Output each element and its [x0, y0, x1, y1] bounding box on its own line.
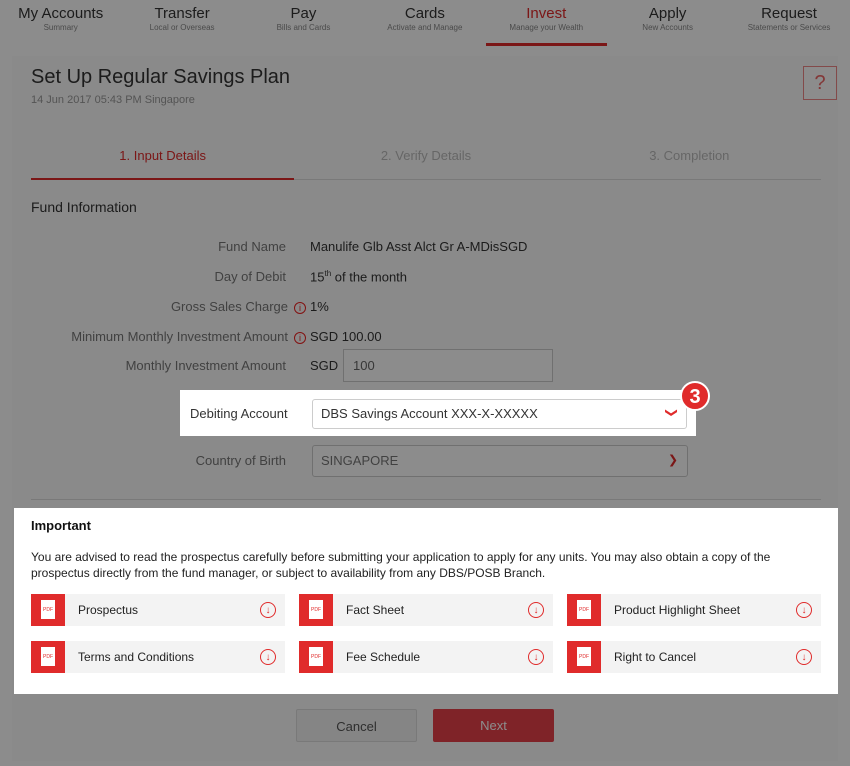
- next-button[interactable]: Next: [433, 709, 554, 742]
- nav-cards[interactable]: Cards Activate and Manage: [364, 0, 485, 46]
- pdf-tag: PDF: [309, 600, 323, 619]
- doc-name: Product Highlight Sheet: [614, 603, 741, 617]
- timestamp: 14 Jun 2017 05:43 PM Singapore: [31, 94, 195, 106]
- nav-sub: Bills and Cards: [276, 23, 331, 32]
- min-amount-value: SGD 100.00: [310, 329, 382, 344]
- nav-label: Request: [761, 5, 817, 22]
- nav-apply[interactable]: Apply New Accounts: [607, 0, 728, 46]
- pdf-icon: PDF: [567, 641, 601, 673]
- pdf-icon: PDF: [299, 641, 333, 673]
- step-input-details: 1. Input Details: [31, 142, 295, 180]
- info-icon[interactable]: i: [294, 302, 306, 314]
- nav-label: Pay: [290, 5, 317, 22]
- monthly-amount-input[interactable]: 100: [343, 349, 553, 382]
- debit-day-rest: of the month: [331, 269, 408, 285]
- download-icon[interactable]: ↓: [796, 649, 812, 665]
- fund-name-value: Manulife Glb Asst Alct Gr A-MDisSGD: [310, 239, 528, 254]
- pdf-tag: PDF: [41, 600, 55, 619]
- country-birth-label: Country of Birth: [195, 453, 286, 468]
- debiting-account-label: Debiting Account: [190, 406, 288, 421]
- min-amount-row: Minimum Monthly Investment Amount i SGD 1…: [12, 329, 838, 349]
- doc-name: Fee Schedule: [346, 650, 421, 664]
- doc-name: Right to Cancel: [614, 650, 697, 664]
- debiting-account-select[interactable]: DBS Savings Account XXX-X-XXXXX ❯: [312, 399, 687, 429]
- nav-invest[interactable]: Invest Manage your Wealth: [485, 0, 608, 46]
- help-button[interactable]: ?: [803, 66, 837, 100]
- download-icon[interactable]: ↓: [260, 602, 276, 618]
- chevron-down-icon: ❯: [667, 452, 678, 467]
- nav-label: My Accounts: [18, 5, 104, 22]
- info-icon[interactable]: i: [294, 332, 306, 344]
- pdf-tag: PDF: [577, 647, 591, 666]
- doc-name: Terms and Conditions: [78, 650, 195, 664]
- sales-charge-row: Gross Sales Charge i 1%: [12, 299, 838, 319]
- doc-product-highlight[interactable]: PDF Product Highlight Sheet ↓: [567, 594, 821, 626]
- nav-sub: New Accounts: [642, 23, 693, 32]
- debit-day-num: 15: [310, 269, 325, 285]
- fund-name-row: Fund Name Manulife Glb Asst Alct Gr A-MD…: [12, 239, 838, 259]
- monthly-amount-label: Monthly Investment Amount: [125, 358, 286, 373]
- important-section: Important You are advised to read the pr…: [14, 508, 838, 694]
- progress-steps: 1. Input Details 2. Verify Details 3. Co…: [31, 142, 821, 180]
- pdf-icon: PDF: [31, 641, 65, 673]
- nav-transfer[interactable]: Transfer Local or Overseas: [121, 0, 242, 46]
- pdf-icon: PDF: [31, 594, 65, 626]
- pdf-tag: PDF: [309, 647, 323, 666]
- debit-day-value: 15th of the month: [310, 269, 407, 284]
- chevron-down-icon: ❯: [664, 407, 679, 418]
- debit-day-row: Day of Debit 15th of the month: [12, 269, 838, 289]
- pdf-icon: PDF: [567, 594, 601, 626]
- fund-name-label: Fund Name: [218, 239, 286, 254]
- debit-day-label: Day of Debit: [214, 269, 286, 284]
- doc-fee-schedule[interactable]: PDF Fee Schedule ↓: [299, 641, 553, 673]
- sales-charge-value: 1%: [310, 299, 329, 314]
- currency-label: SGD: [310, 358, 339, 373]
- download-icon[interactable]: ↓: [528, 602, 544, 618]
- doc-terms[interactable]: PDF Terms and Conditions ↓: [31, 641, 285, 673]
- sales-charge-label: Gross Sales Charge i: [171, 299, 306, 314]
- nav-label: Cards: [404, 5, 445, 22]
- nav-sub: Statements or Services: [747, 23, 831, 32]
- section-title: Fund Information: [31, 199, 137, 215]
- important-text: You are advised to read the prospectus c…: [31, 550, 771, 580]
- debiting-account-value: DBS Savings Account XXX-X-XXXXX: [321, 406, 538, 421]
- doc-prospectus[interactable]: PDF Prospectus ↓: [31, 594, 285, 626]
- download-icon[interactable]: ↓: [796, 602, 812, 618]
- nav-label: Apply: [648, 5, 687, 22]
- debiting-account-highlight: Debiting Account DBS Savings Account XXX…: [180, 390, 696, 436]
- nav-request[interactable]: Request Statements or Services: [728, 0, 849, 46]
- step-completion: 3. Completion: [649, 148, 730, 163]
- download-icon[interactable]: ↓: [260, 649, 276, 665]
- top-nav: My Accounts Summary Transfer Local or Over…: [0, 0, 850, 46]
- doc-fact-sheet[interactable]: PDF Fact Sheet ↓: [299, 594, 553, 626]
- country-birth-select[interactable]: SINGAPORE ❯: [312, 445, 688, 477]
- important-title: Important: [31, 518, 91, 533]
- doc-name: Fact Sheet: [346, 603, 405, 617]
- step-verify-details: 2. Verify Details: [380, 148, 472, 163]
- country-birth-value: SINGAPORE: [321, 453, 399, 468]
- sales-charge-label-text: Gross Sales Charge: [170, 299, 288, 314]
- nav-label: Transfer: [154, 5, 210, 22]
- nav-sub: Activate and Manage: [387, 23, 463, 32]
- download-icon[interactable]: ↓: [528, 649, 544, 665]
- nav-sub: Manage your Wealth: [509, 23, 584, 32]
- cancel-button[interactable]: Cancel: [296, 709, 417, 742]
- min-amount-label: Minimum Monthly Investment Amount i: [71, 329, 306, 344]
- pdf-icon: PDF: [299, 594, 333, 626]
- pdf-tag: PDF: [577, 600, 591, 619]
- page-title: Set Up Regular Savings Plan: [31, 66, 291, 88]
- divider: [31, 499, 821, 500]
- nav-sub: Local or Overseas: [149, 23, 215, 32]
- nav-label: Invest: [526, 5, 567, 22]
- doc-right-to-cancel[interactable]: PDF Right to Cancel ↓: [567, 641, 821, 673]
- pdf-tag: PDF: [41, 647, 55, 666]
- step-badge: 3: [680, 381, 710, 411]
- nav-pay[interactable]: Pay Bills and Cards: [243, 0, 364, 46]
- nav-my-accounts[interactable]: My Accounts Summary: [0, 0, 121, 46]
- doc-name: Prospectus: [78, 603, 139, 617]
- nav-sub: Summary: [43, 23, 78, 32]
- min-amount-label-text: Minimum Monthly Investment Amount: [71, 329, 288, 344]
